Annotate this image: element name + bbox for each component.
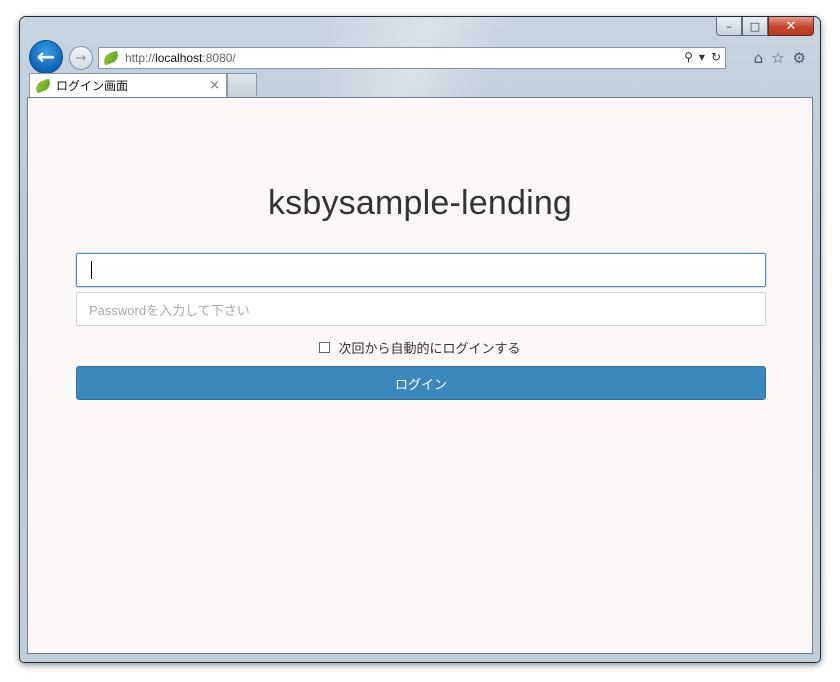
arrow-left-icon: ← <box>36 44 56 70</box>
remember-me-checkbox[interactable] <box>319 342 331 353</box>
minimize-button[interactable]: – <box>716 17 742 36</box>
remember-me-row: 次回から自動的にログインする <box>28 338 812 357</box>
address-bar[interactable]: http://localhost:8080/ ⚲ ▾ ↻ <box>98 47 726 69</box>
star-icon[interactable]: ☆ <box>771 49 784 67</box>
new-tab-button[interactable] <box>227 73 257 96</box>
browser-toolbar: ⌂ ☆ ⚙ <box>754 49 806 67</box>
close-button[interactable]: ✕ <box>768 17 814 36</box>
username-input[interactable] <box>76 253 766 287</box>
forward-button[interactable]: → <box>69 46 93 70</box>
gear-icon[interactable]: ⚙ <box>793 49 806 67</box>
address-url[interactable]: http://localhost:8080/ <box>125 51 236 65</box>
url-host: localhost <box>155 51 203 65</box>
tab-label: ログイン画面 <box>56 79 129 93</box>
tab-login[interactable]: ログイン画面 × <box>29 73 227 97</box>
url-rest: :8080/ <box>202 51 236 65</box>
search-icon[interactable]: ⚲ <box>684 50 693 64</box>
home-icon[interactable]: ⌂ <box>754 49 764 67</box>
dropdown-icon[interactable]: ▾ <box>699 50 705 64</box>
password-placeholder: Passwordを入力して下さい <box>89 302 250 318</box>
maximize-button[interactable]: □ <box>742 17 768 36</box>
back-button[interactable]: ← <box>29 40 63 74</box>
refresh-icon[interactable]: ↻ <box>711 50 721 64</box>
browser-window: – □ ✕ ← → http://localhost:8080/ ⚲ ▾ ↻ ⌂… <box>20 17 820 662</box>
login-button[interactable]: ログイン <box>76 366 766 400</box>
page-content: ksbysample-lending Passwordを入力して下さい 次回から… <box>27 97 813 654</box>
tab-close-icon[interactable]: × <box>209 78 220 93</box>
tab-favicon-icon <box>33 78 53 93</box>
text-caret <box>91 261 92 279</box>
address-bar-icons: ⚲ ▾ ↻ <box>684 50 721 64</box>
url-scheme: http:// <box>125 51 156 65</box>
arrow-right-icon: → <box>75 50 87 66</box>
password-input[interactable]: Passwordを入力して下さい <box>76 292 766 326</box>
site-favicon-icon <box>101 50 121 66</box>
page-title: ksbysample-lending <box>267 184 573 222</box>
window-controls: – □ ✕ <box>716 17 814 37</box>
remember-me-label[interactable]: 次回から自動的にログインする <box>338 338 520 357</box>
